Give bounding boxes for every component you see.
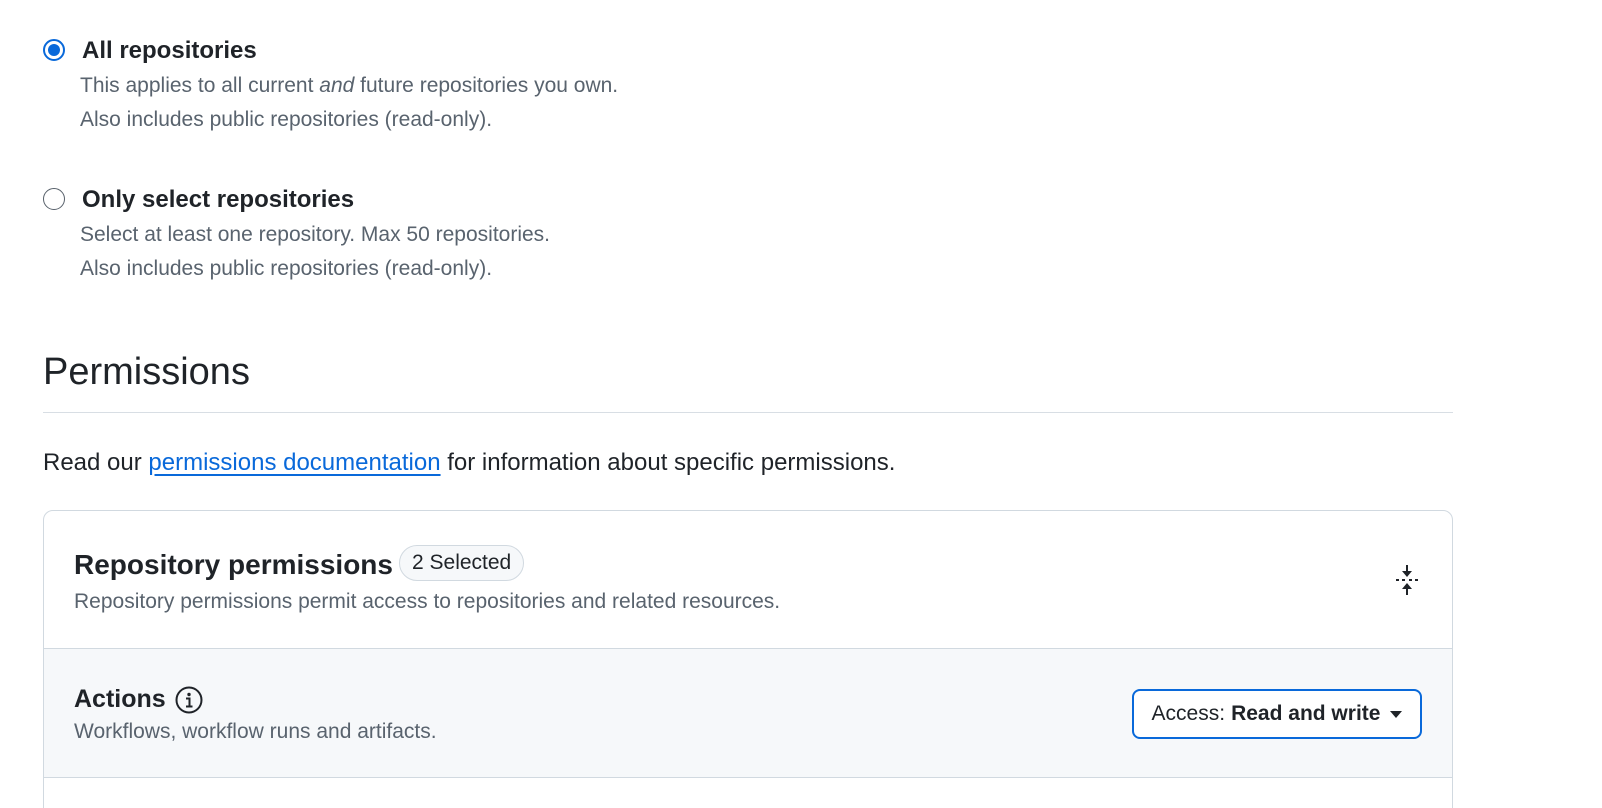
chevron-down-icon — [1390, 710, 1403, 718]
access-value: Read and write — [1231, 702, 1381, 725]
repository-permissions-header: Repository permissions 2 Selected Reposi… — [44, 511, 1452, 649]
access-prefix: Access: — [1151, 702, 1226, 725]
permission-description-actions: Workflows, workflow runs and artifacts. — [74, 720, 437, 743]
radio-desc-all-repositories: This applies to all current and future r… — [80, 74, 619, 97]
access-level-dropdown[interactable]: Access: Read and write — [1132, 689, 1422, 739]
permissions-intro: Read our permissions documentation for i… — [43, 449, 896, 476]
selected-count-badge: 2 Selected — [399, 545, 525, 581]
repository-permissions-description: Repository permissions permit access to … — [74, 590, 781, 613]
radio-all-repositories[interactable] — [43, 39, 65, 61]
page: All repositories This applies to all cur… — [0, 0, 1602, 808]
radio-note-all-repositories: Also includes public repositories (read-… — [80, 108, 493, 131]
radio-label-select-repositories[interactable]: Only select repositories — [82, 185, 354, 215]
permissions-divider — [43, 412, 1453, 413]
collapse-button[interactable] — [1392, 563, 1422, 597]
info-icon[interactable] — [174, 685, 204, 715]
permissions-documentation-link[interactable]: permissions documentation — [148, 449, 440, 476]
permission-title-actions: Actions — [74, 685, 166, 713]
radio-label-all-repositories[interactable]: All repositories — [82, 36, 257, 66]
permissions-heading: Permissions — [43, 351, 250, 393]
permission-row-actions: Actions Workflows, workflow runs and art… — [44, 649, 1452, 778]
radio-desc-select-repositories: Select at least one repository. Max 50 r… — [80, 223, 551, 246]
fold-icon — [1396, 565, 1418, 595]
repository-permissions-card: Repository permissions 2 Selected Reposi… — [43, 510, 1453, 808]
row-divider — [44, 777, 1452, 778]
repository-permissions-title: Repository permissions — [74, 549, 393, 580]
radio-select-repositories[interactable] — [43, 188, 65, 210]
radio-note-select-repositories: Also includes public repositories (read-… — [80, 257, 493, 280]
